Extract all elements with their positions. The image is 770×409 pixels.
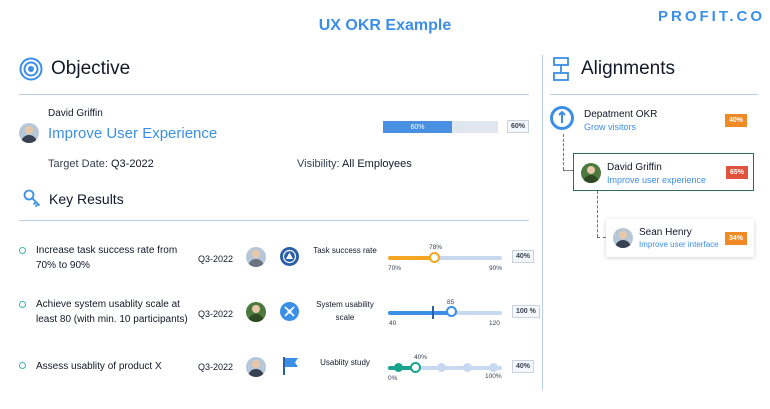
kr-2-avatar	[246, 302, 266, 322]
kr-bullet	[19, 362, 26, 369]
kr-2-type-icon	[280, 302, 299, 321]
alignments-header: Alignments	[553, 57, 675, 81]
alignment-2-avatar	[581, 163, 601, 183]
profitco-logo: PROFIT.CO	[658, 8, 766, 25]
kr-2-text[interactable]: Achieve system usablity scale at least 8…	[36, 297, 196, 327]
kr-2-quarter: Q3-2022	[198, 309, 234, 319]
kr-2-slider-fill	[388, 311, 452, 315]
objective-progress-bar: 60%	[383, 121, 498, 133]
objective-progress-badge: 60%	[507, 120, 530, 133]
department-icon	[550, 106, 574, 130]
objective-owner: David Griffin	[48, 108, 103, 119]
kr-3-current: 40%	[414, 354, 428, 361]
alignment-3-subtitle: Improve user interface	[639, 240, 719, 249]
column-divider	[542, 55, 543, 390]
objective-section-title: Objective	[51, 58, 131, 79]
flag-icon	[283, 357, 298, 375]
kr-2-metric: System usability scale	[316, 300, 374, 322]
kr-3-badge: 40%	[512, 360, 535, 373]
connector	[563, 134, 564, 170]
alignment-3-avatar	[613, 228, 633, 248]
kr-1-metric: Task success rate	[313, 246, 377, 255]
kr-2-target-marker	[432, 306, 434, 319]
key-results-divider	[19, 220, 529, 221]
kr-2-slider-knob[interactable]	[446, 306, 457, 317]
kr-2-current: 85	[447, 299, 455, 306]
page-title: UX OKR Example	[318, 17, 452, 34]
kr-1-max: 90%	[489, 265, 503, 272]
kr-2-min: 40	[389, 320, 397, 327]
alignments-section-title: Alignments	[581, 58, 675, 79]
connector	[563, 170, 573, 171]
kr-3-max: 100%	[485, 373, 502, 380]
owner-avatar	[19, 123, 39, 143]
connector	[597, 191, 598, 237]
kr-1-badge: 40%	[512, 250, 535, 263]
kr-3-quarter: Q3-2022	[198, 362, 234, 372]
kr-3-step-4	[489, 363, 498, 372]
kr-1-slider-fill	[388, 256, 434, 260]
kr-1-quarter: Q3-2022	[198, 254, 234, 264]
alignment-1-badge: 40%	[725, 114, 748, 127]
kr-2-max: 120	[489, 320, 500, 327]
kr-3-metric: Usablity study	[320, 358, 370, 367]
key-icon	[23, 189, 40, 207]
kr-1-type-icon	[280, 247, 299, 266]
kr-bullet	[19, 247, 26, 254]
alignment-3-name: Sean Henry	[639, 227, 692, 238]
objective-header: Objective	[19, 57, 130, 81]
kr-1-text[interactable]: Increase task success rate from 70% to 9…	[36, 243, 196, 273]
objective-divider	[19, 94, 529, 95]
target-icon	[19, 57, 43, 81]
target-date-label: Target Date:	[48, 158, 108, 170]
alignment-2-subtitle: Improve user experience	[607, 175, 707, 185]
target-date-value: Q3-2022	[110, 158, 154, 170]
connector	[597, 237, 606, 238]
kr-3-avatar	[246, 357, 266, 377]
key-results-title: Key Results	[49, 191, 124, 207]
alignment-2-name: David Griffin	[607, 162, 662, 173]
alignments-divider	[550, 94, 758, 95]
kr-3-min: 0%	[388, 375, 398, 382]
kr-1-slider-knob[interactable]	[429, 252, 440, 263]
kr-bullet	[19, 301, 26, 308]
alignment-1-subtitle: Grow visitors	[584, 122, 637, 132]
kr-1-avatar	[246, 247, 266, 267]
hierarchy-icon	[553, 57, 569, 81]
visibility: Visibility: All Employees	[297, 158, 412, 170]
alignment-sean[interactable]: Sean Henry Improve user interface 34%	[606, 219, 754, 257]
objective-title[interactable]: Improve User Experience	[48, 125, 217, 142]
kr-3-slider-knob[interactable]	[410, 362, 421, 373]
key-results-header: Key Results	[23, 189, 124, 209]
alignment-2-badge: 65%	[726, 166, 749, 179]
kr-3-step-2	[437, 363, 446, 372]
kr-1-current: 78%	[429, 244, 443, 251]
kr-3-text[interactable]: Assess usablity of product X	[36, 359, 196, 374]
visibility-value: All Employees	[342, 158, 412, 170]
kr-2-badge: 100 %	[512, 305, 540, 318]
visibility-label: Visibility:	[297, 158, 340, 170]
kr-3-step-0	[394, 363, 403, 372]
alignment-3-badge: 34%	[725, 232, 748, 245]
alignment-department[interactable]: Depatment OKR Grow visitors 40%	[550, 106, 755, 138]
kr-3-step-3	[463, 363, 472, 372]
kr-1-min: 70%	[388, 265, 402, 272]
alignment-1-name: Depatment OKR	[584, 109, 658, 120]
objective-progress-fill: 60%	[383, 121, 452, 133]
alignment-david[interactable]: David Griffin Improve user experience 65…	[573, 153, 754, 191]
target-date: Target Date: Q3-2022	[48, 158, 154, 170]
